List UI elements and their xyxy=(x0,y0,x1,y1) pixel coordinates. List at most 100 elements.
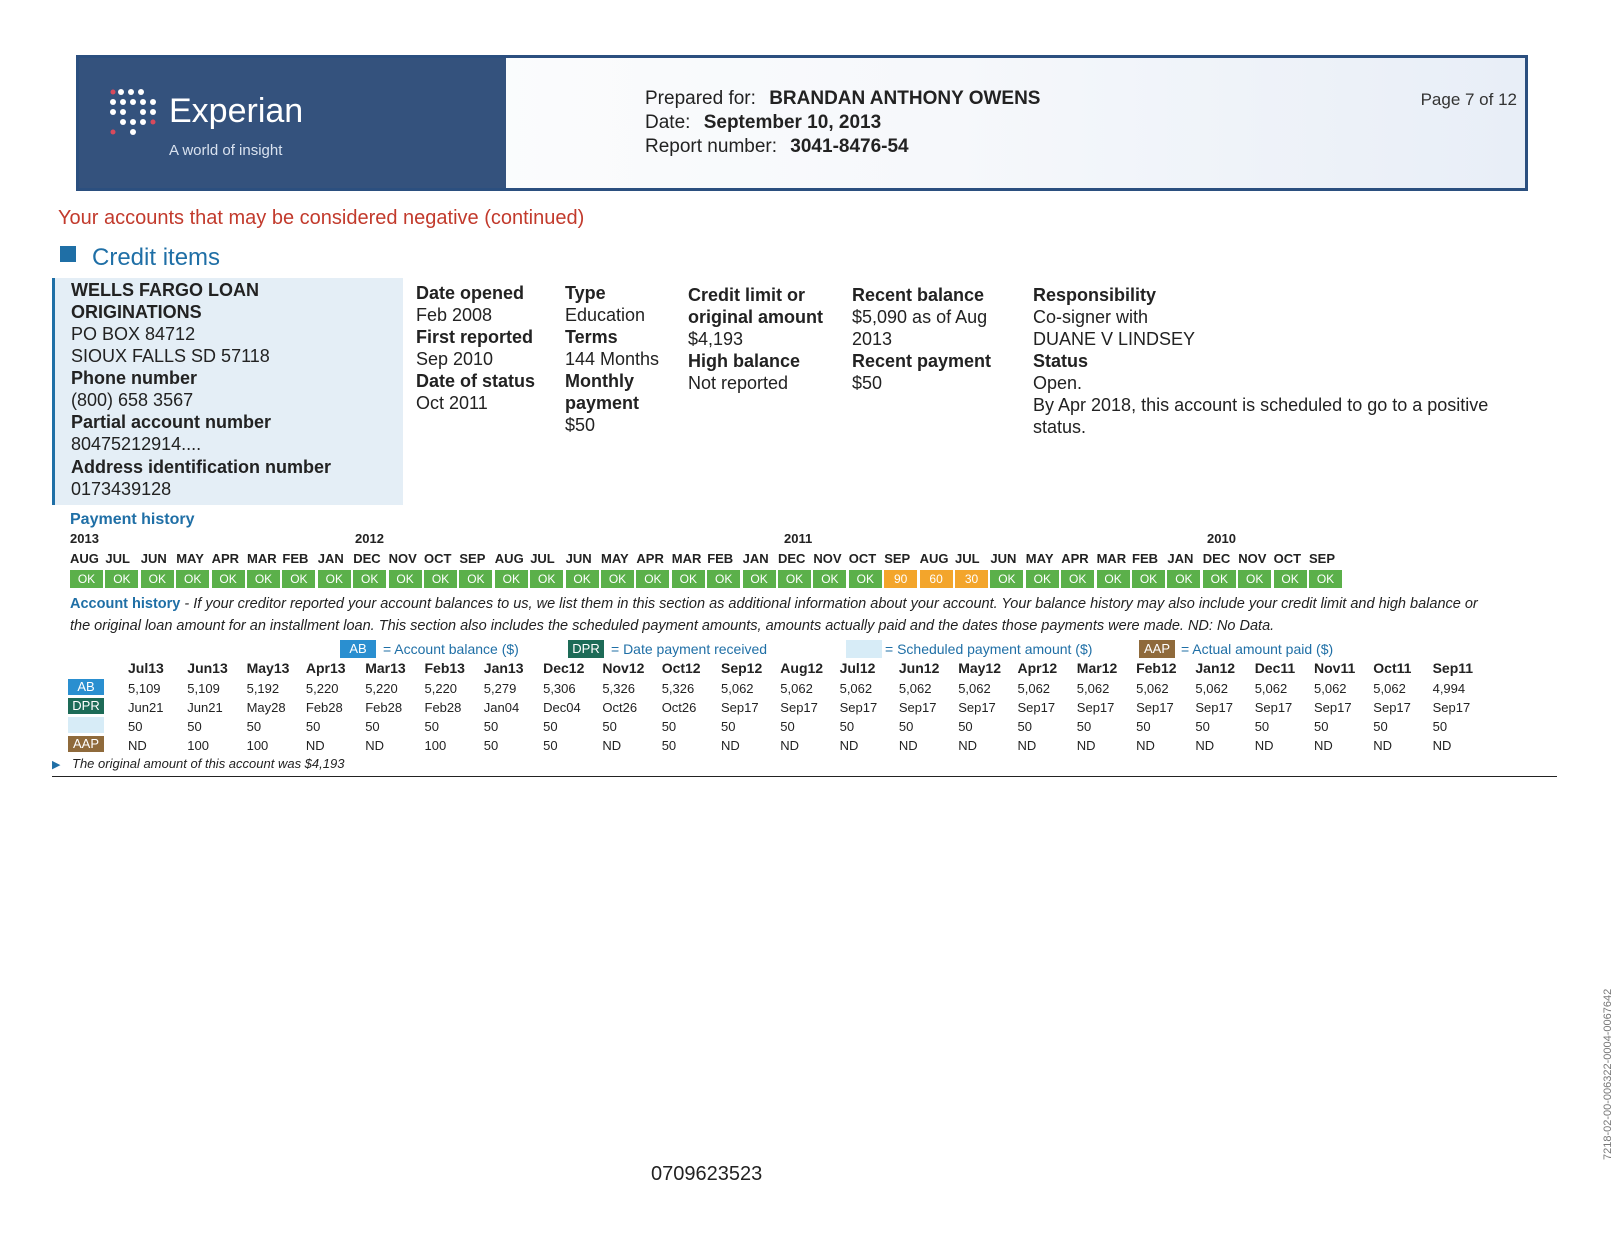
dpr-value: Sep17 xyxy=(1432,700,1471,715)
ab-value: 5,062 xyxy=(1017,681,1051,696)
year-label: 2010 xyxy=(1207,531,1236,546)
payment-status-cell: OK xyxy=(1309,570,1342,588)
dpr-value: Feb28 xyxy=(365,700,403,715)
payment-status-cell: OK xyxy=(848,570,882,588)
ab-value: 5,062 xyxy=(1254,681,1288,696)
month-label: MAR xyxy=(671,551,702,566)
details-column-responsibility: Responsibility Co-signer with DUANE V LI… xyxy=(1033,284,1488,438)
payment-status-cell: OK xyxy=(388,570,422,588)
month-label: OCT xyxy=(424,551,452,566)
details-column-dates: Date opened Feb 2008 First reported Sep … xyxy=(416,282,535,414)
terms-value: 144 Months xyxy=(565,349,660,369)
address-id-label: Address identification number xyxy=(71,457,332,477)
ab-value: 5,062 xyxy=(721,681,754,696)
payment-status-cell: OK xyxy=(671,570,705,588)
history-column-header: Apr13 xyxy=(305,660,346,676)
dpr-value: Feb28 xyxy=(424,700,462,715)
ab-value: 5,326 xyxy=(661,681,695,696)
legend-ab-tag: AB xyxy=(340,640,376,658)
payment-status-cell: OK xyxy=(1273,570,1307,588)
ab-value: 5,062 xyxy=(898,681,932,696)
aap-value: ND xyxy=(958,738,977,753)
month-label: SEP xyxy=(884,551,911,566)
month-label: JUN xyxy=(140,551,167,566)
triangle-right-icon: ▶ xyxy=(52,759,61,771)
month-label: APR xyxy=(1061,551,1089,566)
payment-status-cell: 60 xyxy=(919,570,953,588)
legend-dpr-text: = Date payment received xyxy=(611,641,768,657)
ab-value: 5,220 xyxy=(365,681,398,696)
report-number: 3041-8476-54 xyxy=(790,136,909,157)
month-label: JUL xyxy=(530,551,555,566)
scheduled-value: 50 xyxy=(1373,719,1388,734)
dpr-value: Sep17 xyxy=(780,700,818,715)
recent-balance-value-2: 2013 xyxy=(852,329,893,349)
month-label: MAR xyxy=(1096,551,1127,566)
negative-accounts-title: Your accounts that may be considered neg… xyxy=(58,207,585,229)
date-of-status-label: Date of status xyxy=(416,371,536,391)
aap-value: ND xyxy=(365,738,384,753)
aap-value: ND xyxy=(1076,738,1096,753)
dpr-value: Oct26 xyxy=(661,700,697,715)
aap-value: ND xyxy=(602,738,622,753)
credit-items-title: Credit items xyxy=(92,244,221,271)
history-column-header: Jun13 xyxy=(187,660,228,676)
recent-balance-value-1: $5,090 as of Aug xyxy=(852,307,988,327)
scheduled-value: 50 xyxy=(1432,719,1448,734)
dpr-value: Jan04 xyxy=(483,700,520,715)
account-history-text-2: the original loan amount for an installm… xyxy=(70,618,1275,634)
legend-ab-text: = Account balance ($) xyxy=(383,641,519,657)
scheduled-value: 50 xyxy=(365,719,380,734)
history-column-header: Feb13 xyxy=(424,660,465,676)
payment-status-cell: OK xyxy=(140,570,174,588)
recent-payment-label: Recent payment xyxy=(852,351,992,371)
ab-value: 5,306 xyxy=(543,681,576,696)
month-label: JUL xyxy=(105,551,130,566)
dpr-value: Jun21 xyxy=(187,700,223,715)
legend-scheduled-tag xyxy=(846,640,882,658)
legend-aap-tag: AAP xyxy=(1139,640,1175,658)
legend-dpr-tag: DPR xyxy=(568,640,604,658)
payment-status-cell: OK xyxy=(742,570,776,588)
month-label: MAY xyxy=(1025,551,1054,566)
scheduled-value: 50 xyxy=(1314,719,1329,734)
recent-balance-label: Recent balance xyxy=(852,285,985,305)
responsibility-label: Responsibility xyxy=(1033,285,1157,305)
payment-status-cell: 30 xyxy=(955,570,988,588)
history-column-header: Sep11 xyxy=(1432,660,1474,676)
history-column-header: May13 xyxy=(246,660,290,676)
aap-value: 100 xyxy=(424,738,447,753)
details-column-type: Type Education Terms 144 Months Monthly … xyxy=(565,282,659,436)
month-label: AUG xyxy=(494,551,524,566)
credit-limit-label-2: original amount xyxy=(688,307,823,327)
payment-status-cell: OK xyxy=(636,570,670,588)
aap-value: ND xyxy=(1373,738,1393,753)
scheduled-value: 50 xyxy=(543,719,558,734)
document-number: 0709623523 xyxy=(651,1163,763,1185)
scheduled-value: 50 xyxy=(602,719,617,734)
ab-value: 5,326 xyxy=(602,681,635,696)
brand-name: Experian xyxy=(169,92,304,130)
ab-value: 5,062 xyxy=(1314,681,1347,696)
ab-value: 5,279 xyxy=(483,681,517,696)
month-label: NOV xyxy=(813,551,842,566)
ab-value: 5,062 xyxy=(839,681,873,696)
phone-label: Phone number xyxy=(71,368,198,388)
month-label: MAY xyxy=(176,551,204,566)
scheduled-value: 50 xyxy=(1195,719,1210,734)
credit-limit-value: $4,193 xyxy=(688,329,744,349)
creditor-address-2: SIOUX FALLS SD 57118 xyxy=(71,346,270,366)
history-column-header: Feb12 xyxy=(1136,660,1177,676)
monthly-payment-value: $50 xyxy=(565,415,596,435)
scheduled-value: 50 xyxy=(839,719,855,734)
month-label: OCT xyxy=(848,551,877,566)
monthly-payment-label-1: Monthly xyxy=(565,371,634,391)
scheduled-value: 50 xyxy=(424,719,439,734)
scheduled-value: 50 xyxy=(187,719,202,734)
payment-status-cell: OK xyxy=(1061,570,1095,588)
dpr-value: Sep17 xyxy=(1314,700,1352,715)
payment-status-cell: OK xyxy=(1238,570,1272,588)
dpr-value: May28 xyxy=(246,700,286,715)
legend-aap-text: = Actual amount paid ($) xyxy=(1181,641,1334,657)
ab-value: 5,109 xyxy=(128,681,161,696)
